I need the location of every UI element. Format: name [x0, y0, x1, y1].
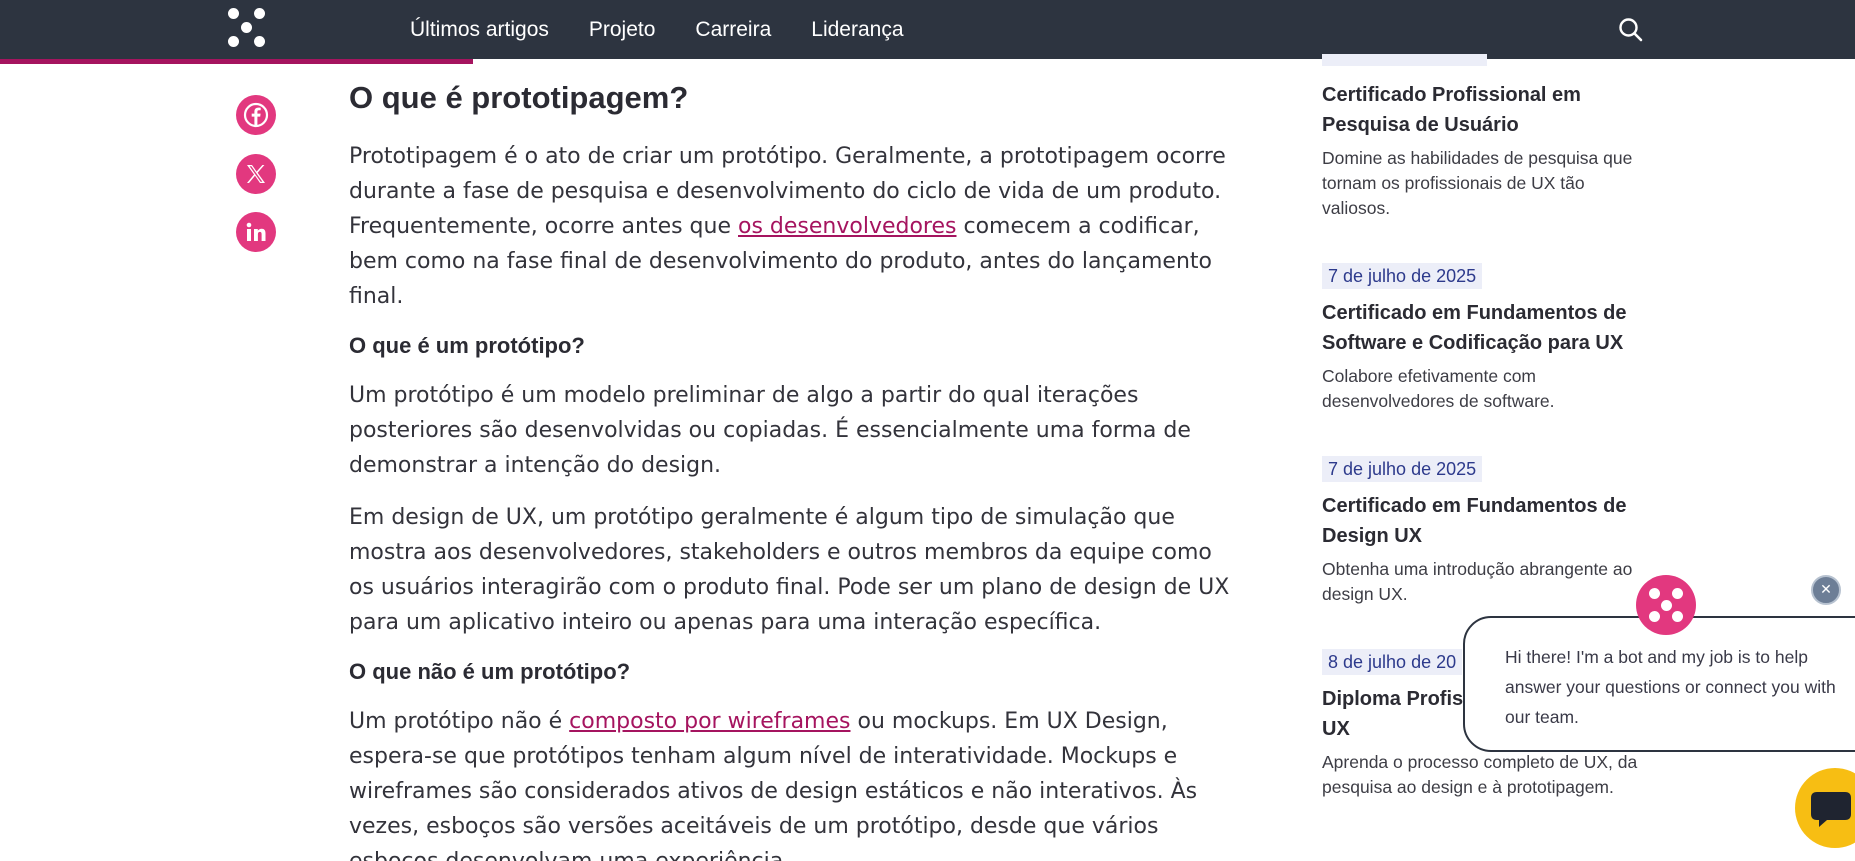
chat-icon[interactable] [1795, 768, 1855, 848]
course-card: 7 de julho de 2025 Certificado em Fundam… [1322, 263, 1652, 414]
chat-bot-avatar-icon [1636, 575, 1696, 635]
course-description: Aprenda o processo completo de UX, da pe… [1322, 752, 1638, 797]
course-title[interactable]: Diploma Profis UX [1322, 684, 1472, 744]
date-badge: 7 de julho de 2025 [1322, 263, 1483, 289]
main-nav: Últimos artigos Projeto Carreira Lideran… [410, 0, 904, 59]
course-title[interactable]: Certificado em Fundamentos de Design UX [1322, 491, 1652, 551]
chat-message-bubble[interactable]: Hi there! I'm a bot and my job is to hel… [1463, 616, 1855, 752]
top-navigation-bar: Últimos artigos Projeto Carreira Lideran… [0, 0, 1855, 59]
course-card: 7 de julho de 2025 Certificado em Fundam… [1322, 456, 1652, 607]
date-badge: 7 de julho de 2025 [1322, 456, 1483, 482]
section-heading: O que é prototipagem? [349, 80, 689, 115]
course-title[interactable]: Certificado Profissional em Pesquisa de … [1322, 80, 1652, 140]
link-os-desenvolvedores[interactable]: os desenvolvedores [738, 214, 957, 239]
article-paragraph: Em design de UX, um protótipo geralmente… [349, 505, 1230, 635]
link-composto-por-wireframes[interactable]: composto por wireframes [569, 709, 850, 734]
linkedin-icon[interactable] [236, 212, 276, 252]
paragraph-text: Um protótipo não é [349, 709, 570, 734]
date-badge: 8 de julho de 20 [1322, 649, 1463, 675]
article-paragraph: Um protótipo não é composto por wirefram… [349, 704, 1239, 861]
close-icon[interactable]: ✕ [1811, 575, 1841, 605]
facebook-icon[interactable] [236, 95, 276, 135]
date-badge [1322, 54, 1487, 66]
search-icon[interactable] [1617, 16, 1645, 44]
nav-item-ultimos-artigos[interactable]: Últimos artigos [410, 18, 549, 42]
x-icon[interactable] [236, 154, 276, 194]
course-description: Domine as habilidades de pesquisa que to… [1322, 148, 1633, 218]
chat-message-text: Hi there! I'm a bot and my job is to hel… [1505, 647, 1836, 727]
nav-item-projeto[interactable]: Projeto [589, 18, 656, 42]
article-paragraph: Um protótipo é um modelo preliminar de a… [349, 383, 1191, 478]
course-description: Colabore efetivamente com desenvolvedore… [1322, 366, 1555, 411]
logo-icon[interactable] [228, 8, 268, 48]
course-description: Obtenha uma introdução abrangente ao des… [1322, 559, 1633, 604]
article-content: O que é prototipagem? Prototipagem é o a… [349, 76, 1239, 861]
subsection-heading: O que não é um protótipo? [349, 659, 631, 684]
reading-progress-bar [0, 59, 474, 64]
course-card: Certificado Profissional em Pesquisa de … [1322, 54, 1652, 221]
article-paragraph: Prototipagem é o ato de criar um protóti… [349, 139, 1239, 314]
course-title[interactable]: Certificado em Fundamentos de Software e… [1322, 298, 1652, 358]
nav-item-lideranca[interactable]: Liderança [811, 18, 903, 42]
nav-item-carreira[interactable]: Carreira [695, 18, 771, 42]
subsection-heading: O que é um protótipo? [349, 333, 585, 358]
